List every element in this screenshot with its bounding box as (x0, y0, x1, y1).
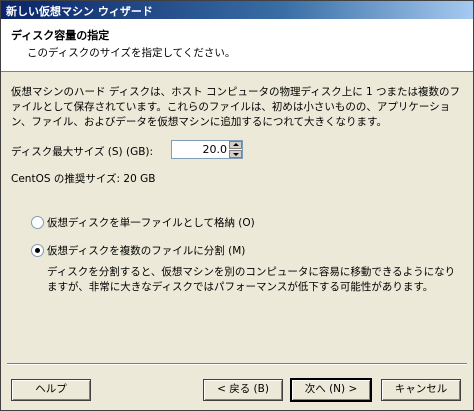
title-bar[interactable]: 新しい仮想マシン ウィザード (1, 1, 473, 19)
back-button[interactable]: < 戻る (B) (203, 379, 283, 401)
stepper-down-icon[interactable] (229, 150, 242, 158)
wizard-window: 新しい仮想マシン ウィザード ディスク容量の指定 このディスクのサイズを指定して… (0, 0, 474, 411)
wizard-header: ディスク容量の指定 このディスクのサイズを指定してください。 (1, 19, 473, 72)
radio-single-file-circle[interactable] (31, 216, 44, 229)
stepper-up-icon[interactable] (229, 141, 242, 149)
window-title: 新しい仮想マシン ウィザード (6, 5, 153, 18)
radio-single-file-label[interactable]: 仮想ディスクを単一ファイルとして格納 (O) (47, 215, 255, 230)
split-description: ディスクを分割すると、仮想マシンを別のコンピュータに容易に移動できるようになりま… (47, 266, 456, 293)
recommended-size: CentOS の推奨サイズ: 20 GB (11, 173, 156, 185)
page-subtitle: このディスクのサイズを指定してください。 (27, 47, 236, 59)
disk-size-label: ディスク最大サイズ (S) (GB): (11, 146, 154, 158)
radio-split-files-label[interactable]: 仮想ディスクを複数のファイルに分割 (M) (47, 243, 245, 258)
disk-size-stepper[interactable] (171, 140, 243, 159)
disk-description: 仮想マシンのハード ディスクは、ホスト コンピュータの物理ディスク上に 1 つま… (11, 86, 461, 128)
next-button[interactable]: 次へ (N) > (291, 379, 371, 401)
page-title: ディスク容量の指定 (11, 29, 110, 42)
stepper-buttons (229, 141, 242, 158)
disk-size-input[interactable] (173, 142, 229, 157)
help-button[interactable]: ヘルプ (11, 379, 91, 401)
button-divider (7, 363, 467, 365)
radio-split-files-circle[interactable] (31, 244, 44, 257)
cancel-button[interactable]: キャンセル (381, 379, 461, 401)
